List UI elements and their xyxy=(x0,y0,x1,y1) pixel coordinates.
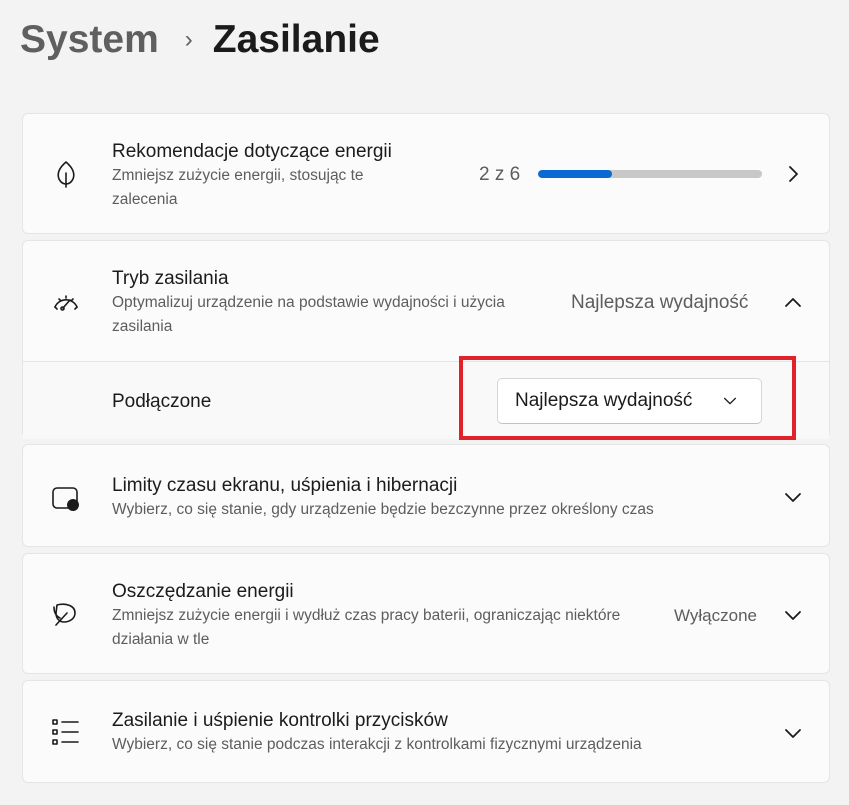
chevron-down-icon[interactable] xyxy=(783,605,803,625)
page-title: Zasilanie xyxy=(212,18,380,61)
button-controls-card[interactable]: Zasilanie i uśpienie kontrolki przyciskó… xyxy=(22,680,830,783)
energy-saver-leaf-icon xyxy=(51,599,81,629)
screen-sleep-card[interactable]: Limity czasu ekranu, uśpienia i hibernac… xyxy=(22,444,830,547)
screen-sleep-description: Wybierz, co się stanie, gdy urządzenie b… xyxy=(112,501,654,518)
recommendations-count: 2 z 6 xyxy=(479,164,521,185)
recommendations-description: Zmniejsz zużycie energii, stosując te za… xyxy=(112,167,364,208)
recommendations-progress-bar xyxy=(538,170,762,178)
breadcrumb: System › Zasilanie xyxy=(20,14,380,66)
chevron-right-icon[interactable] xyxy=(783,164,803,184)
plugged-in-label: Podłączone xyxy=(112,391,212,412)
breadcrumb-system-link[interactable]: System xyxy=(20,14,159,66)
speedometer-icon xyxy=(51,286,81,316)
leaf-icon xyxy=(51,159,81,189)
energy-saver-title: Oszczędzanie energii xyxy=(112,581,294,602)
energy-saver-status: Wyłączone xyxy=(674,606,757,625)
list-icon xyxy=(51,717,81,747)
button-controls-description: Wybierz, co się stanie podczas interakcj… xyxy=(112,736,642,753)
recommendations-title: Rekomendacje dotyczące energii xyxy=(112,141,392,162)
highlight-box xyxy=(459,356,796,440)
breadcrumb-separator: › xyxy=(184,26,193,53)
chevron-down-icon[interactable] xyxy=(783,723,803,743)
chevron-down-icon[interactable] xyxy=(783,487,803,507)
button-controls-title: Zasilanie i uśpienie kontrolki przyciskó… xyxy=(112,710,448,731)
power-mode-header[interactable]: Tryb zasilania Optymalizuj urządzenie na… xyxy=(23,241,829,361)
power-mode-current-value: Najlepsza wydajność xyxy=(571,292,749,313)
chevron-up-icon[interactable] xyxy=(783,293,803,313)
recommendations-progress-fill xyxy=(538,170,612,178)
energy-recommendations-card[interactable]: Rekomendacje dotyczące energii Zmniejsz … xyxy=(22,113,830,234)
screen-sleep-title: Limity czasu ekranu, uśpienia i hibernac… xyxy=(112,475,458,496)
energy-saver-description: Zmniejsz zużycie energii i wydłuż czas p… xyxy=(112,607,621,648)
power-mode-title: Tryb zasilania xyxy=(112,268,229,289)
screen-sleep-icon xyxy=(51,483,81,513)
power-mode-description: Optymalizuj urządzenie na podstawie wyda… xyxy=(112,294,505,335)
energy-saver-card[interactable]: Oszczędzanie energii Zmniejsz zużycie en… xyxy=(22,553,830,674)
